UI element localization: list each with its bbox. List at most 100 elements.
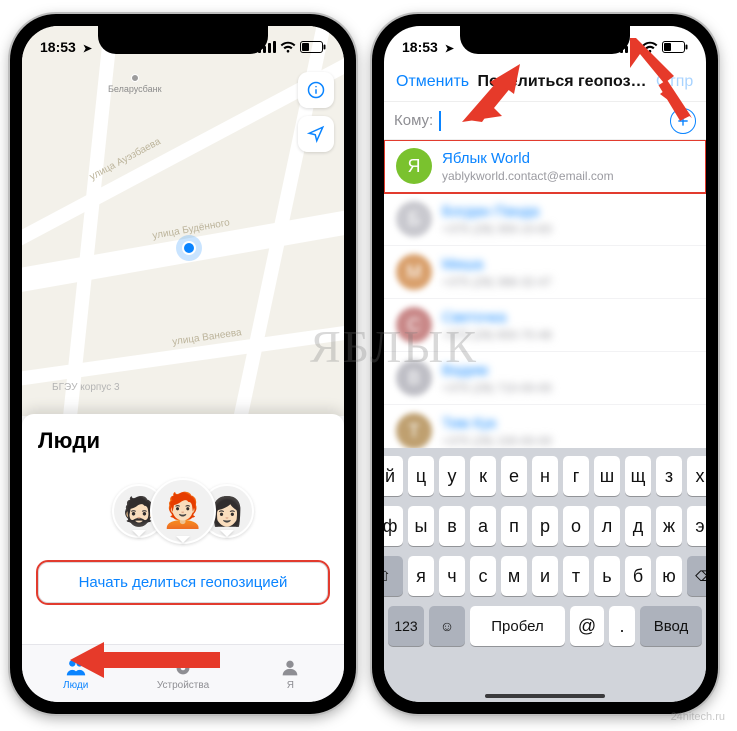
- contact-sub: +375 (29) 300-10-83: [442, 222, 552, 236]
- key-letter[interactable]: и: [532, 556, 558, 596]
- wifi-icon: [642, 41, 658, 53]
- key-letter[interactable]: р: [532, 506, 558, 546]
- key-letter[interactable]: в: [439, 506, 465, 546]
- contact-name: Яблык World: [442, 150, 614, 167]
- memoji-cluster: 🧔🏻 🧑🏻‍🦰 👩🏻: [38, 478, 328, 544]
- memoji-2: 🧑🏻‍🦰: [150, 478, 216, 544]
- key-letter[interactable]: у: [439, 456, 465, 496]
- map-view[interactable]: Беларусбанк улица Ауэзбаева улица Будённ…: [22, 26, 344, 416]
- key-letter[interactable]: н: [532, 456, 558, 496]
- key-space[interactable]: Пробел: [470, 606, 565, 646]
- contact-name: Миша: [442, 256, 552, 273]
- key-letter[interactable]: м: [501, 556, 527, 596]
- start-sharing-button[interactable]: Начать делиться геопозицией: [38, 562, 328, 603]
- phone-right: 18:53 ➤ Отменить Поделиться геопози... О…: [372, 14, 718, 714]
- key-letter[interactable]: к: [470, 456, 496, 496]
- contacts-list[interactable]: Я Яблык World yablykworld.contact@email.co…: [384, 140, 706, 448]
- avatar: Т: [396, 413, 432, 448]
- key-letter[interactable]: з: [656, 456, 682, 496]
- key-letter[interactable]: б: [625, 556, 651, 596]
- devices-icon: [171, 657, 195, 679]
- key-letter[interactable]: ч: [439, 556, 465, 596]
- contact-name: Богдан Панда: [442, 203, 552, 220]
- key-letter[interactable]: г: [563, 456, 589, 496]
- add-contact-button[interactable]: [670, 108, 696, 134]
- key-fn[interactable]: 123: [388, 606, 424, 646]
- location-arrow-icon: [307, 125, 325, 143]
- people-sheet[interactable]: Люди 🧔🏻 🧑🏻‍🦰 👩🏻 Начать делиться геопозиц…: [22, 414, 344, 644]
- home-indicator[interactable]: [485, 694, 605, 698]
- key-letter[interactable]: ь: [594, 556, 620, 596]
- contact-name: Вадим: [442, 362, 552, 379]
- contact-row[interactable]: ММиша+375 (29) 366-32-47: [384, 246, 706, 299]
- key-letter[interactable]: ы: [408, 506, 434, 546]
- key-fn[interactable]: ⇧: [384, 556, 403, 596]
- key-letter[interactable]: х: [687, 456, 706, 496]
- contact-row[interactable]: Б Богдан Панда +375 (29) 300-10-83: [384, 193, 706, 246]
- building-label: БГЭУ корпус 3: [52, 382, 120, 393]
- location-active-icon: ➤: [83, 43, 92, 55]
- notch: [98, 26, 268, 54]
- contact-sub: +375 (29) 366-32-47: [442, 275, 552, 289]
- contact-name: Светочка: [442, 309, 552, 326]
- map-info-button[interactable]: [298, 72, 334, 108]
- map-locate-button[interactable]: [298, 116, 334, 152]
- notch: [460, 26, 630, 54]
- key-letter[interactable]: а: [470, 506, 496, 546]
- contact-sub: +375 (29) 100-00-00: [442, 434, 552, 448]
- contact-sub: +375 (29) 710-00-00: [442, 381, 552, 395]
- key-letter[interactable]: ж: [656, 506, 682, 546]
- key-letter[interactable]: с: [470, 556, 496, 596]
- current-location-dot: [182, 241, 196, 255]
- key-letter[interactable]: щ: [625, 456, 651, 496]
- map-poi-bank: Беларусбанк: [108, 74, 162, 94]
- key-letter[interactable]: о: [563, 506, 589, 546]
- contact-sub: yablykworld.contact@email.com: [442, 169, 614, 183]
- tab-devices[interactable]: Устройства: [129, 645, 236, 702]
- key-letter[interactable]: т: [563, 556, 589, 596]
- tab-bar: Люди Устройства Я: [22, 644, 344, 702]
- keyboard: йцукенгшщзх фывапролджэ ⇧ячсмитьбю⌫ 123☺…: [384, 448, 706, 702]
- contact-sub: +375 (29) 650-70-48: [442, 328, 552, 342]
- contact-row[interactable]: ТТим Кук+375 (29) 100-00-00: [384, 405, 706, 448]
- key-fn[interactable]: ☺: [429, 606, 465, 646]
- key-letter[interactable]: й: [384, 456, 403, 496]
- key-letter[interactable]: э: [687, 506, 706, 546]
- key-letter[interactable]: я: [408, 556, 434, 596]
- sheet-title: Люди: [38, 428, 328, 454]
- key-letter[interactable]: е: [501, 456, 527, 496]
- person-icon: [278, 657, 302, 679]
- key-letter[interactable]: ю: [656, 556, 682, 596]
- nav-header: Отменить Поделиться геопози... Отправить: [384, 62, 706, 102]
- avatar: Я: [396, 148, 432, 184]
- location-active-icon: ➤: [445, 43, 454, 55]
- send-button[interactable]: Отправить: [656, 73, 694, 91]
- avatar: С: [396, 307, 432, 343]
- plus-icon: [676, 114, 690, 128]
- contact-row[interactable]: Я Яблык World yablykworld.contact@email.co…: [384, 140, 706, 193]
- info-icon: [307, 81, 325, 99]
- to-row[interactable]: Кому:: [384, 102, 706, 140]
- tab-people[interactable]: Люди: [22, 645, 129, 702]
- watermark-small: 24hitech.ru: [671, 711, 725, 723]
- phone-left: 18:53 ➤ Беларусбанк улица Ауэзбаева улиц…: [10, 14, 356, 714]
- avatar: Б: [396, 201, 432, 237]
- key-letter[interactable]: ц: [408, 456, 434, 496]
- key-enter[interactable]: Ввод: [640, 606, 702, 646]
- key-dot[interactable]: .: [609, 606, 635, 646]
- key-letter[interactable]: д: [625, 506, 651, 546]
- battery-icon: [662, 41, 688, 53]
- key-letter[interactable]: л: [594, 506, 620, 546]
- people-icon: [64, 657, 88, 679]
- wifi-icon: [280, 41, 296, 53]
- contact-row[interactable]: С Светочка +375 (29) 650-70-48: [384, 299, 706, 352]
- key-fn[interactable]: ⌫: [687, 556, 706, 596]
- tab-me[interactable]: Я: [237, 645, 344, 702]
- key-at[interactable]: @: [570, 606, 604, 646]
- battery-icon: [300, 41, 326, 53]
- key-letter[interactable]: ф: [384, 506, 403, 546]
- cancel-button[interactable]: Отменить: [396, 73, 469, 91]
- contact-row[interactable]: ВВадим+375 (29) 710-00-00: [384, 352, 706, 405]
- key-letter[interactable]: п: [501, 506, 527, 546]
- key-letter[interactable]: ш: [594, 456, 620, 496]
